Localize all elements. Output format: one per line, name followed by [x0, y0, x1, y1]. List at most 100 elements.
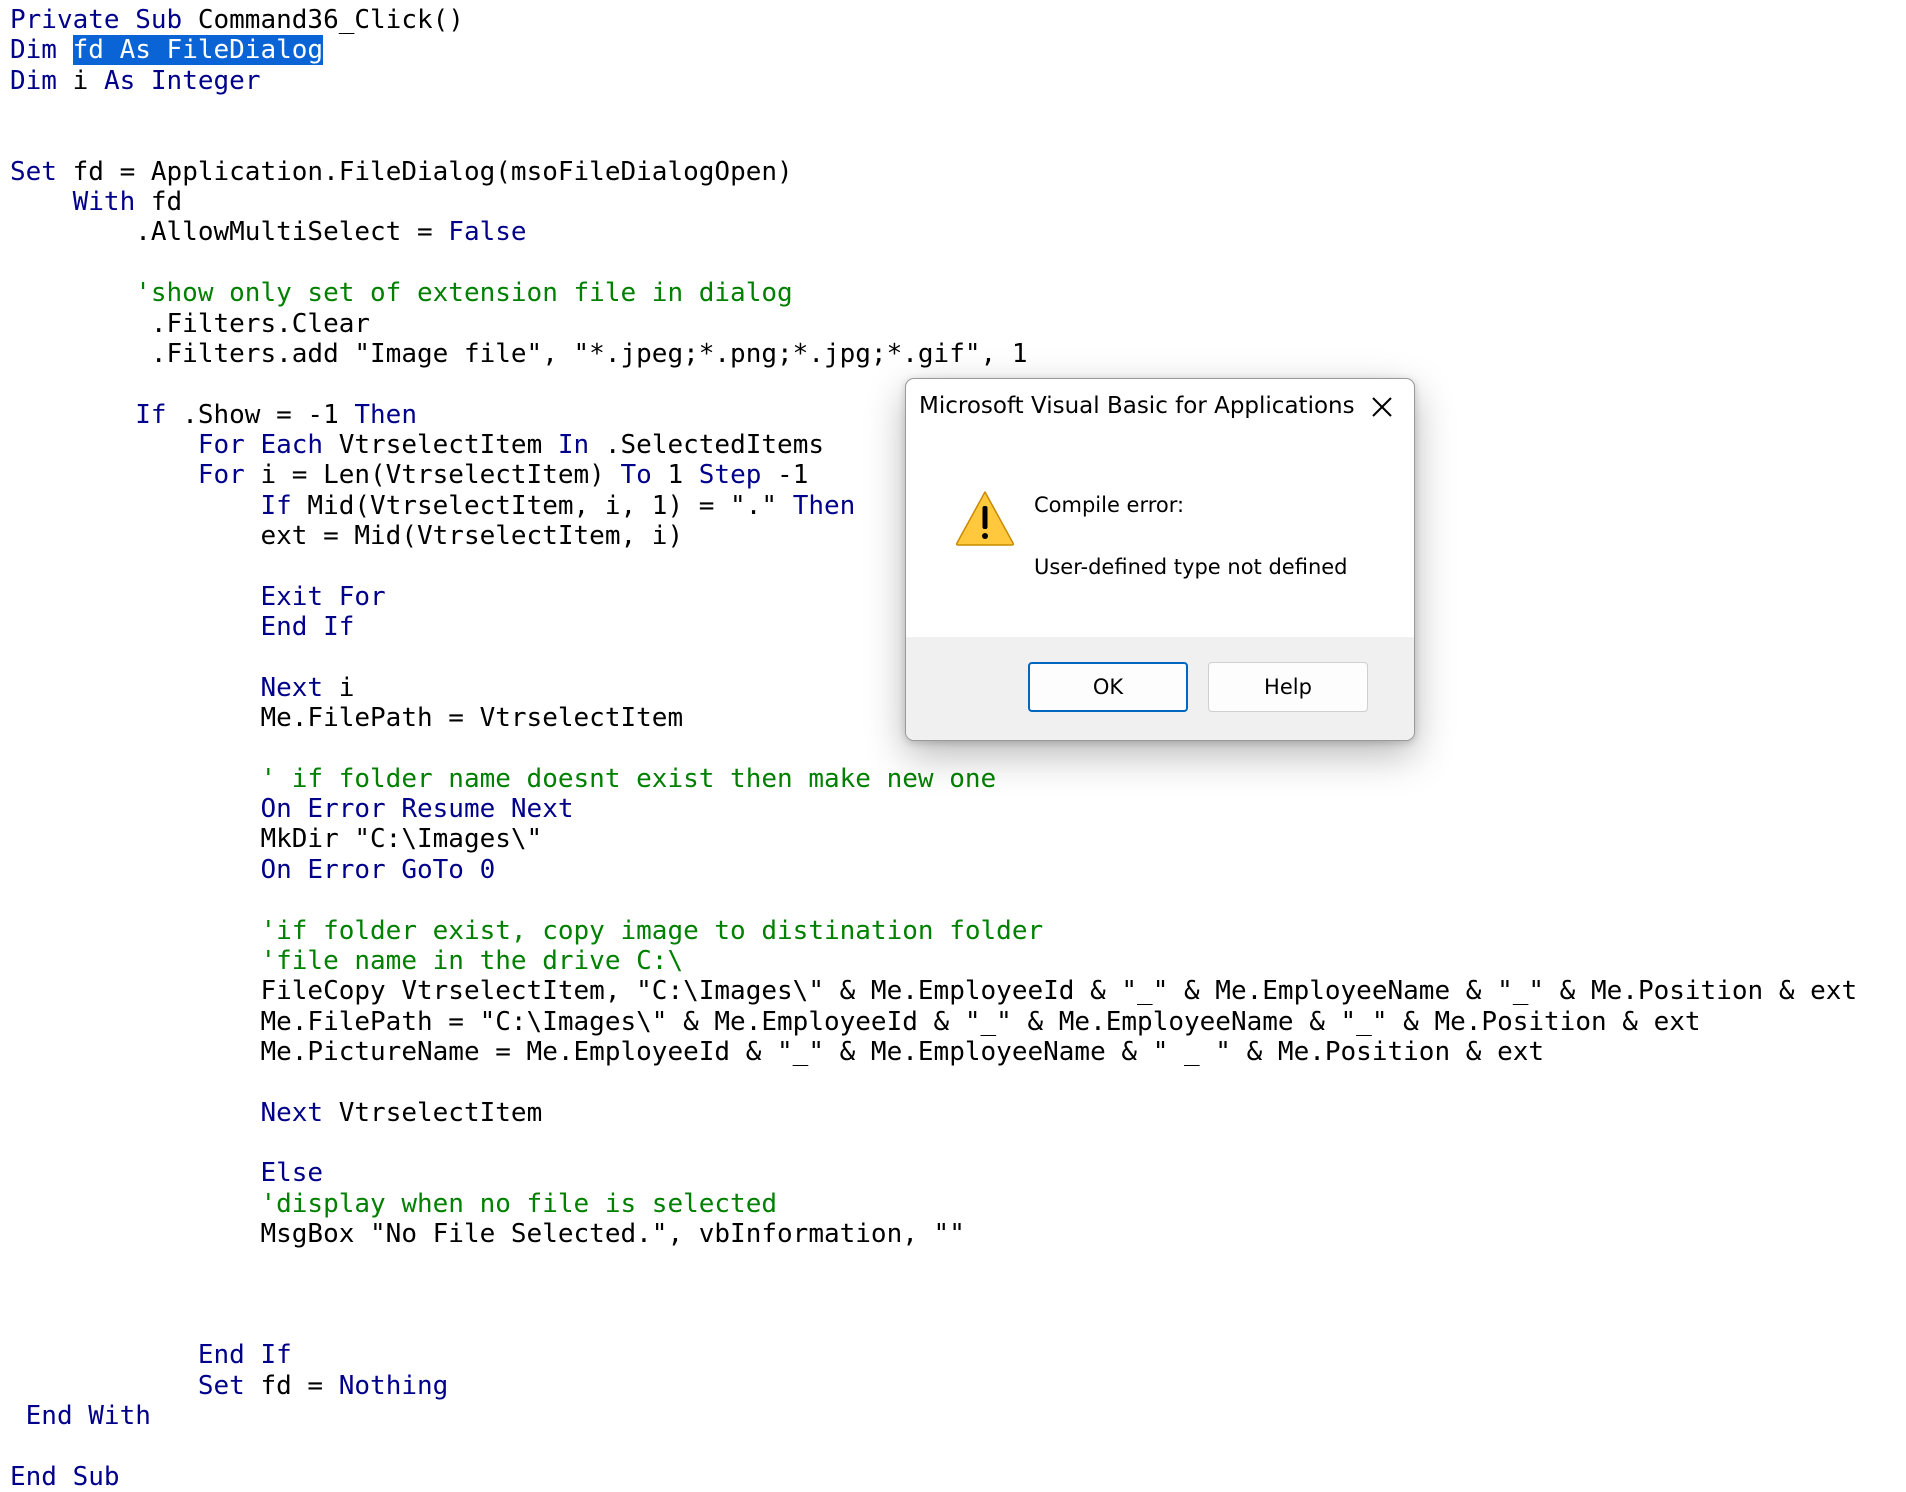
code-line[interactable]: On Error Resume Next — [10, 794, 574, 825]
code-text: .Show = -1 — [182, 399, 355, 430]
code-text: ext = Mid(VtrselectItem, i) — [10, 520, 684, 551]
code-text: .Filters.Clear — [10, 308, 371, 339]
code-text: Me.FilePath = "C:\Images\" & Me.Employee… — [10, 1006, 1701, 1037]
code-line[interactable]: FileCopy VtrselectItem, "C:\Images\" & M… — [10, 976, 1857, 1006]
code-line[interactable]: ext = Mid(VtrselectItem, i) — [10, 521, 683, 551]
code-line[interactable]: Dim i As Integer — [10, 66, 260, 96]
code-text: Me.PictureName = Me.EmployeeId & "_" & M… — [10, 1036, 1545, 1067]
code-text: .Filters.add "Image file", "*.jpeg;*.png… — [10, 338, 1028, 369]
code-keyword: On Error GoTo 0 — [10, 854, 496, 885]
error-message: User-defined type not defined — [1034, 555, 1348, 579]
code-line[interactable]: 'file name in the drive C:\ — [10, 946, 683, 976]
code-text: MkDir "C:\Images\" — [10, 824, 543, 855]
code-text: MsgBox "No File Selected.", vbInformatio… — [10, 1219, 965, 1249]
code-comment: 'file name in the drive C:\ — [10, 945, 684, 976]
code-text: fd = Application.FileDialog(msoFileDialo… — [72, 156, 793, 187]
code-keyword: Exit For — [10, 581, 386, 612]
code-line[interactable]: ' if folder name doesnt exist then make … — [10, 764, 996, 794]
warning-icon — [955, 491, 1015, 546]
code-line[interactable]: 'display when no file is selected — [10, 1189, 777, 1219]
code-comment: ' if folder name doesnt exist then make … — [10, 763, 997, 794]
code-line[interactable]: Me.FilePath = "C:\Images\" & Me.Employee… — [10, 1006, 1701, 1037]
code-comment: 'display when no file is selected — [10, 1188, 778, 1219]
code-keyword: As Integer — [103, 65, 261, 96]
code-line[interactable]: Dim fd As FileDialog — [10, 35, 324, 66]
code-keyword: Nothing — [338, 1370, 449, 1401]
code-text: i — [72, 65, 104, 96]
code-keyword: Set — [10, 1370, 261, 1401]
code-text: i = Len(VtrselectItem) — [260, 460, 621, 491]
code-line[interactable]: If .Show = -1 Then — [10, 400, 417, 430]
code-keyword: In — [557, 429, 605, 460]
code-line[interactable]: Set fd = Application.FileDialog(msoFileD… — [10, 157, 793, 187]
code-keyword: If — [10, 490, 308, 521]
code-keyword: Dim — [10, 35, 73, 66]
ok-button[interactable]: OK — [1028, 662, 1188, 712]
code-line[interactable]: Me.FilePath = VtrselectItem — [10, 703, 683, 733]
code-line[interactable]: Me.PictureName = Me.EmployeeId & "_" & M… — [10, 1037, 1544, 1067]
code-line[interactable]: End Sub — [10, 1462, 120, 1492]
code-line[interactable]: .AllowMultiSelect = False — [10, 217, 526, 248]
code-keyword: To — [620, 460, 668, 491]
code-keyword: Next — [10, 1097, 339, 1128]
help-button[interactable]: Help — [1208, 662, 1368, 712]
code-text: VtrselectItem — [338, 429, 558, 460]
code-text: .AllowMultiSelect = — [10, 217, 449, 248]
code-line[interactable]: Exit For — [10, 581, 386, 612]
code-text: fd — [150, 187, 183, 218]
code-comment: 'if folder exist, copy image to distinat… — [10, 915, 1044, 946]
code-line[interactable]: 'show only set of extension file in dial… — [10, 278, 793, 309]
code-text: FileCopy VtrselectItem, "C:\Images\" & M… — [10, 976, 1858, 1007]
code-comment: 'show only set of extension file in dial… — [10, 278, 793, 309]
code-line[interactable]: 'if folder exist, copy image to distinat… — [10, 916, 1043, 946]
code-keyword: Dim — [10, 65, 73, 96]
code-keyword: Next — [10, 672, 339, 703]
error-heading: Compile error: — [1034, 493, 1185, 517]
code-keyword: End Sub — [10, 1461, 120, 1492]
compile-error-dialog: Microsoft Visual Basic for Applications … — [905, 378, 1415, 741]
code-line[interactable]: Else — [10, 1158, 323, 1188]
code-line[interactable]: MsgBox "No File Selected.", vbInformatio… — [10, 1219, 965, 1249]
code-text: -1 — [777, 460, 809, 491]
code-editor[interactable]: Private Sub Command36_Click() Dim fd As F… — [0, 0, 1906, 1492]
code-keyword: End If — [10, 1340, 292, 1371]
code-line[interactable]: End If — [10, 1340, 292, 1370]
close-button[interactable] — [1360, 387, 1404, 427]
code-line[interactable]: For Each VtrselectItem In .SelectedItems — [10, 430, 824, 460]
dialog-title: Microsoft Visual Basic for Applications — [919, 393, 1355, 419]
code-line[interactable]: Next i — [10, 673, 354, 703]
code-line[interactable]: Private Sub Command36_Click() — [10, 5, 464, 35]
code-keyword: Step — [698, 460, 778, 491]
code-text: Command36_Click() — [197, 5, 464, 35]
code-keyword: If — [10, 399, 183, 430]
code-line[interactable]: End If — [10, 612, 354, 642]
code-text: Me.FilePath = VtrselectItem — [10, 703, 684, 734]
code-line[interactable]: On Error GoTo 0 — [10, 855, 495, 885]
code-keyword: Private Sub — [10, 5, 198, 35]
code-keyword: Set — [10, 156, 73, 187]
code-keyword: Then — [354, 399, 417, 430]
code-keyword: On Error Resume Next — [10, 794, 574, 825]
code-line[interactable]: .Filters.Clear — [10, 309, 370, 339]
code-text: VtrselectItem — [338, 1097, 543, 1128]
code-line[interactable]: If Mid(VtrselectItem, i, 1) = "." Then — [10, 491, 855, 521]
code-keyword: End With — [10, 1401, 151, 1432]
code-selection: fd As FileDialog — [72, 35, 324, 66]
code-keyword: Else — [10, 1158, 324, 1189]
dialog-title-bar[interactable]: Microsoft Visual Basic for Applications — [906, 379, 1414, 437]
code-line[interactable]: With fd — [10, 187, 183, 218]
code-keyword: Then — [792, 490, 856, 521]
code-keyword: For — [10, 460, 261, 491]
code-line[interactable]: MkDir "C:\Images\" — [10, 824, 542, 854]
code-keyword: For Each — [10, 429, 339, 460]
code-text: i — [338, 672, 355, 703]
code-line[interactable]: Set fd = Nothing — [10, 1371, 448, 1401]
code-line[interactable]: Next VtrselectItem — [10, 1098, 542, 1128]
code-line[interactable]: For i = Len(VtrselectItem) To 1 Step -1 — [10, 460, 809, 491]
code-text: .SelectedItems — [604, 429, 825, 460]
code-line[interactable]: End With — [10, 1401, 151, 1431]
code-text: 1 — [667, 460, 699, 491]
code-line[interactable]: .Filters.add "Image file", "*.jpeg;*.png… — [10, 338, 1028, 369]
dialog-body: Compile error: User-defined type not def… — [906, 437, 1414, 637]
code-text: Mid(VtrselectItem, i, 1) = "." — [307, 490, 793, 521]
